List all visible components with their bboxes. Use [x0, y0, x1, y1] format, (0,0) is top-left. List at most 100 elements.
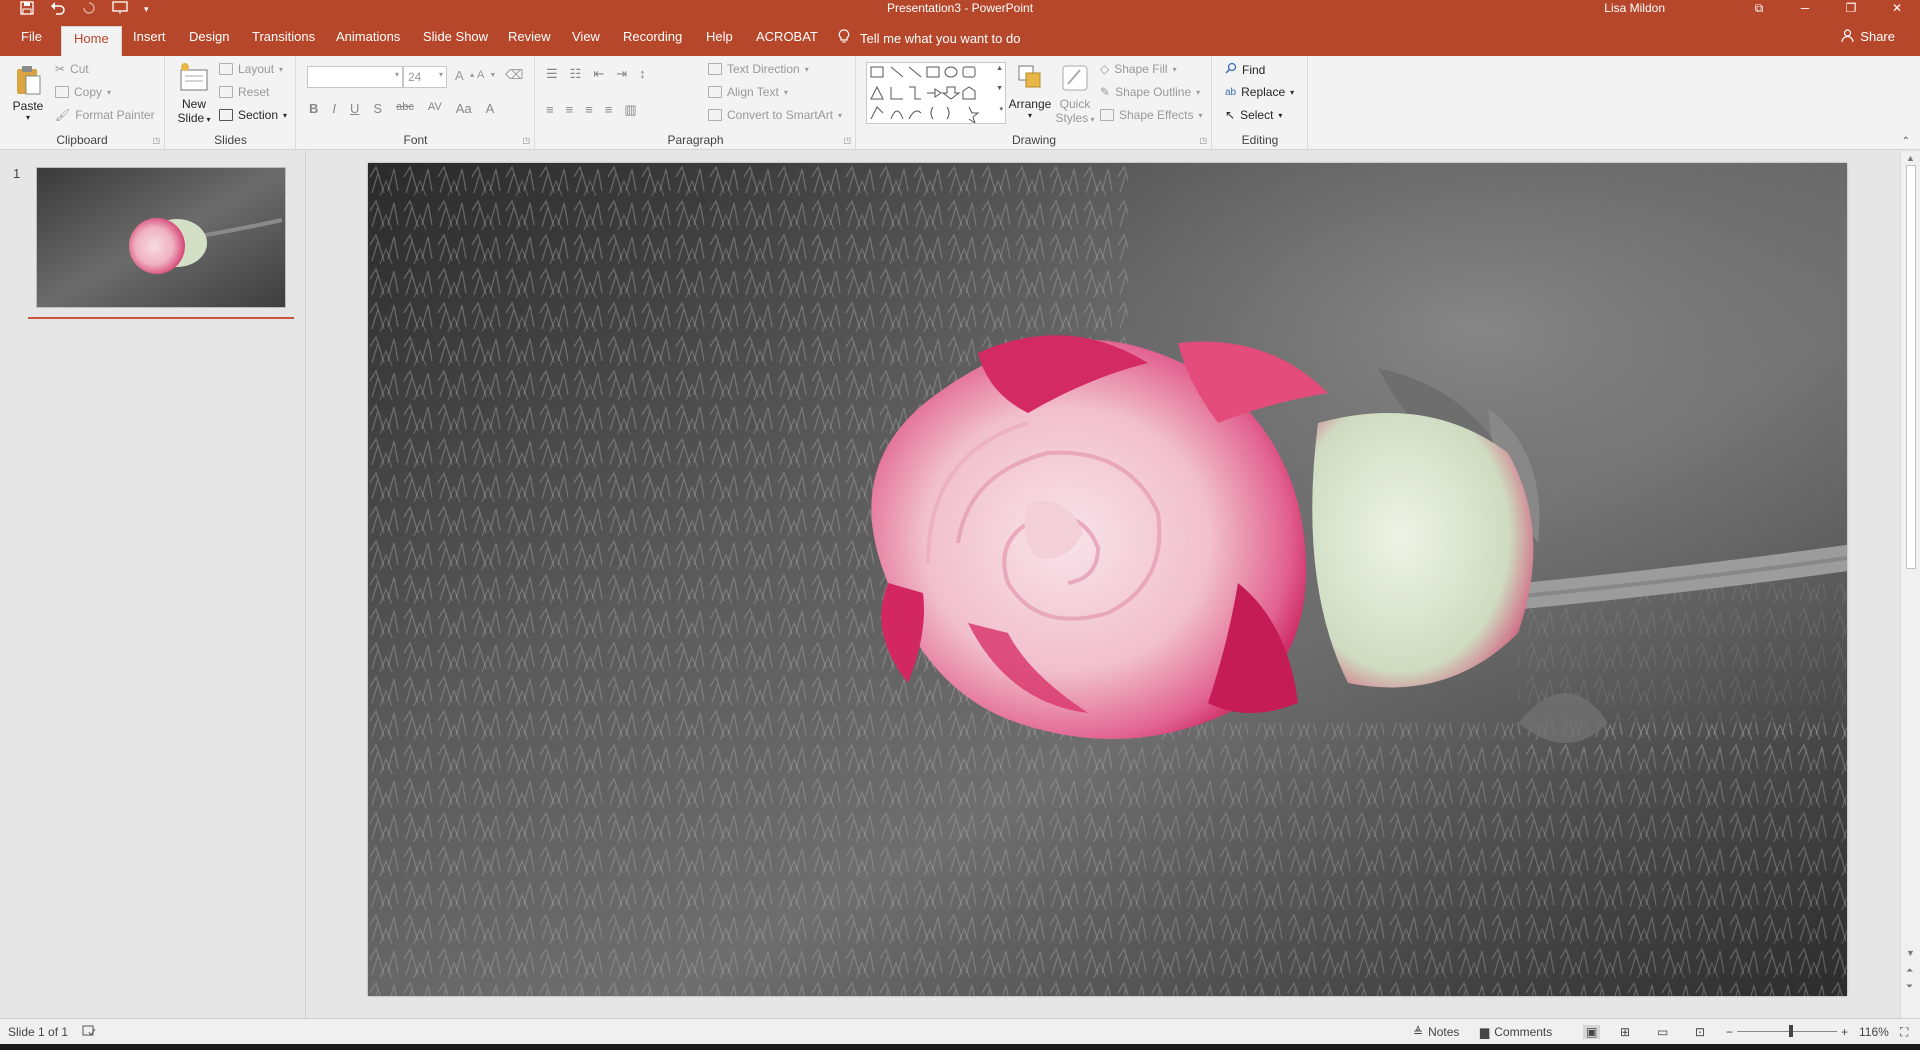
slide-show-view-icon[interactable]: ⊡ — [1695, 1025, 1705, 1039]
vertical-scrollbar[interactable]: ▲ ▼ ⏶ ⏷ — [1900, 151, 1920, 1018]
convert-smartart-button[interactable]: Convert to SmartArt ▾ — [708, 108, 842, 122]
tell-me-search[interactable]: Tell me what you want to do — [838, 29, 1020, 47]
reading-view-icon[interactable]: ▭ — [1657, 1025, 1668, 1039]
zoom-out-icon[interactable]: − — [1726, 1025, 1733, 1039]
strikethrough-button[interactable]: abc — [396, 101, 414, 116]
paragraph-launcher-icon[interactable]: ◳ — [843, 136, 851, 145]
clear-formatting-icon[interactable]: ⌫ — [505, 67, 523, 83]
tab-design[interactable]: Design — [189, 29, 229, 44]
user-name[interactable]: Lisa Mildon — [1604, 1, 1665, 15]
font-color-button[interactable]: A — [486, 101, 495, 116]
zoom-slider-thumb[interactable] — [1789, 1025, 1793, 1037]
fit-to-window-icon[interactable]: ⛶ — [1900, 1025, 1908, 1040]
paste-button[interactable]: Paste ▾ — [10, 64, 46, 122]
shrink-font-button[interactable]: A ▼ — [477, 69, 496, 81]
zoom-in-icon[interactable]: + — [1841, 1025, 1848, 1039]
numbering-icon[interactable]: ☷ — [570, 66, 582, 82]
font-name-box[interactable]: ▾ — [307, 66, 403, 88]
ribbon-display-options-icon[interactable]: ⧉ — [1736, 0, 1782, 18]
bullets-icon[interactable]: ☰ — [546, 66, 558, 82]
grow-font-button[interactable]: A ▲ — [455, 68, 476, 83]
find-button[interactable]: Find — [1225, 62, 1265, 77]
clipboard-launcher-icon[interactable]: ◳ — [152, 136, 160, 145]
arrange-button[interactable]: Arrange ▾ — [1007, 62, 1053, 120]
select-button[interactable]: ↖ Select ▾ — [1225, 108, 1282, 122]
gallery-up-icon[interactable]: ▲ — [996, 65, 1003, 72]
shapes-gallery[interactable]: ▲ ▼ ▾ — [866, 62, 1006, 125]
shape-fill-button[interactable]: ◇ Shape Fill ▾ — [1100, 62, 1177, 76]
character-spacing-button[interactable]: AV — [428, 101, 442, 116]
tab-home[interactable]: Home — [61, 26, 122, 56]
text-direction-button[interactable]: Text Direction ▾ — [708, 62, 809, 76]
copy-dropdown-icon[interactable]: ▾ — [107, 88, 111, 97]
underline-button[interactable]: U — [350, 101, 359, 116]
zoom-level[interactable]: 116% — [1859, 1025, 1889, 1039]
notes-button[interactable]: ≜ Notes — [1413, 1025, 1459, 1039]
align-center-icon[interactable]: ≡ — [566, 102, 574, 118]
tab-insert[interactable]: Insert — [133, 29, 166, 44]
slide-canvas[interactable] — [368, 163, 1847, 996]
font-launcher-icon[interactable]: ◳ — [522, 136, 530, 145]
normal-view-icon[interactable]: ▣ — [1583, 1025, 1601, 1039]
bold-button[interactable]: B — [309, 101, 318, 116]
drawing-launcher-icon[interactable]: ◳ — [1199, 136, 1207, 145]
font-name-dropdown-icon[interactable]: ▾ — [395, 70, 399, 79]
justify-icon[interactable]: ≡ — [605, 102, 613, 118]
shape-outline-button[interactable]: ✎ Shape Outline ▾ — [1100, 85, 1200, 99]
slide-sorter-icon[interactable]: ⊞ — [1620, 1025, 1630, 1039]
text-shadow-button[interactable]: S — [373, 101, 382, 116]
comments-button[interactable]: ▆ Comments — [1480, 1025, 1552, 1039]
tab-file[interactable]: File — [21, 29, 42, 44]
tab-animations[interactable]: Animations — [336, 29, 400, 44]
close-icon[interactable]: ✕ — [1874, 0, 1920, 18]
reset-button[interactable]: Reset — [219, 85, 269, 99]
scroll-down-icon[interactable]: ▼ — [1906, 948, 1915, 958]
format-painter-button[interactable]: 🖌 Format Painter — [55, 108, 155, 122]
gallery-down-icon[interactable]: ▼ — [996, 85, 1003, 92]
align-text-button[interactable]: Align Text ▾ — [708, 85, 788, 99]
cut-button[interactable]: ✂ Cut — [55, 62, 89, 76]
columns-icon[interactable]: ▥ — [624, 102, 636, 118]
copy-button[interactable]: Copy ▾ — [55, 85, 111, 99]
tab-help[interactable]: Help — [706, 29, 733, 44]
tab-review[interactable]: Review — [508, 29, 551, 44]
rose-photo[interactable] — [368, 163, 1847, 996]
previous-slide-icon[interactable]: ⏶ — [1906, 965, 1913, 976]
window-controls: ⧉ ─ ❐ ✕ — [1736, 0, 1920, 18]
scroll-up-icon[interactable]: ▲ — [1906, 153, 1915, 163]
italic-button[interactable]: I — [332, 101, 336, 116]
restore-icon[interactable]: ❐ — [1828, 0, 1874, 18]
zoom-slider-track[interactable] — [1737, 1031, 1837, 1032]
font-size-dropdown-icon[interactable]: ▾ — [439, 70, 443, 79]
gallery-more-icon[interactable]: ▾ — [999, 105, 1003, 113]
replace-button[interactable]: ab Replace ▾ — [1225, 85, 1294, 99]
align-left-icon[interactable]: ≡ — [546, 102, 554, 118]
tab-acrobat[interactable]: ACROBAT — [756, 29, 818, 44]
minimize-icon[interactable]: ─ — [1782, 0, 1828, 18]
slide-count[interactable]: Slide 1 of 1 — [8, 1025, 68, 1039]
paste-dropdown-icon[interactable]: ▾ — [10, 113, 46, 122]
layout-button[interactable]: Layout ▾ — [219, 62, 283, 76]
slide-thumbnail[interactable] — [36, 167, 286, 308]
spell-check-icon[interactable] — [82, 1025, 96, 1037]
collapse-ribbon-icon[interactable]: ⌃ — [1902, 136, 1910, 147]
tab-slide-show[interactable]: Slide Show — [423, 29, 488, 44]
align-right-icon[interactable]: ≡ — [585, 102, 593, 118]
tab-recording[interactable]: Recording — [623, 29, 682, 44]
share-button[interactable]: Share — [1841, 29, 1895, 46]
new-slide-button[interactable]: New Slide ▾ — [174, 62, 214, 125]
shape-effects-label: Shape Effects — [1119, 108, 1194, 122]
section-button[interactable]: Section ▾ — [219, 108, 287, 122]
shape-effects-button[interactable]: Shape Effects ▾ — [1100, 108, 1203, 122]
tab-transitions[interactable]: Transitions — [252, 29, 315, 44]
scrollbar-thumb[interactable] — [1906, 165, 1916, 569]
line-spacing-icon[interactable]: ↕ — [639, 66, 646, 82]
increase-indent-icon[interactable]: ⇥ — [616, 66, 627, 82]
new-slide-dropdown-icon[interactable]: ▾ — [204, 115, 210, 124]
decrease-indent-icon[interactable]: ⇤ — [593, 66, 604, 82]
quick-styles-button[interactable]: Quick Styles ▾ — [1055, 62, 1095, 125]
next-slide-icon[interactable]: ⏷ — [1906, 981, 1913, 992]
font-size-box[interactable]: 24 ▾ — [403, 66, 447, 88]
change-case-button[interactable]: Aa — [456, 101, 472, 116]
tab-view[interactable]: View — [572, 29, 600, 44]
